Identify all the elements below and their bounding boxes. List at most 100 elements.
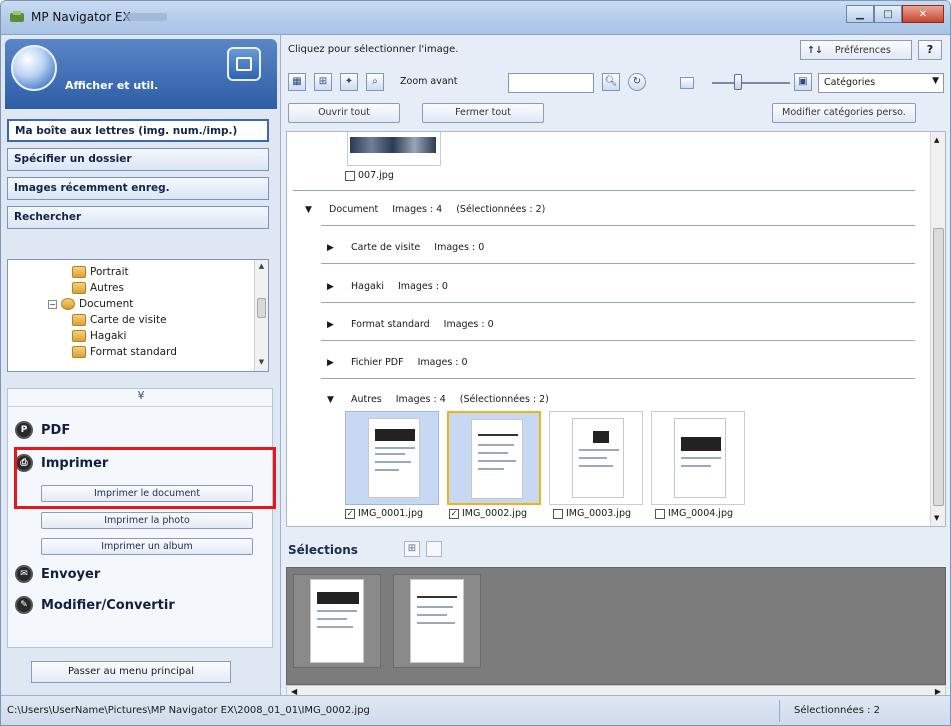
mode-title: Afficher et util. [65,79,159,92]
group-format-standard[interactable]: ▶ Format standard Images : 0 [327,319,494,330]
image-filename: IMG_0004.jpg [668,508,734,519]
scroll-thumb[interactable] [933,228,944,506]
zoom-in-icon[interactable]: ⌕ [366,73,384,91]
large-size-icon[interactable]: ▣ [794,73,812,91]
image-checkbox[interactable] [655,508,665,519]
task-send[interactable]: ✉ Envoyer [15,565,100,583]
image-checkbox[interactable] [345,170,355,181]
image-list-scrollbar[interactable]: ▲ ▼ [930,132,945,526]
image-caption[interactable]: IMG_0004.jpg [655,508,733,519]
navigator-orb-icon[interactable] [11,45,57,91]
nav-search[interactable]: Rechercher [7,206,269,229]
image-checkbox[interactable]: ✓ [449,508,459,519]
help-button[interactable]: ? [918,40,942,60]
group-count: Images : 0 [434,242,485,253]
scroll-up-icon[interactable]: ▲ [255,262,268,274]
thumbnail-view-icon[interactable]: ⊞ [314,73,332,91]
slider-knob[interactable] [734,74,742,90]
grid-view-icon[interactable]: ▦ [288,73,306,91]
tree-item[interactable]: Portrait [72,264,129,280]
image-caption[interactable]: ✓ IMG_0002.jpg [449,508,527,519]
collapsed-triangle-icon[interactable]: ▶ [327,320,337,330]
divider [321,302,915,303]
scroll-thumb[interactable] [257,298,266,318]
tree-item[interactable]: Format standard [72,344,177,360]
nav-recent-images[interactable]: Images récemment enreg. [7,177,269,200]
image-checkbox[interactable] [553,508,563,519]
group-selected: (Sélectionnées : 2) [459,394,549,405]
tree-item[interactable]: Hagaki [72,328,126,344]
image-thumbnail[interactable] [447,411,541,505]
edit-categories-button[interactable]: Modifier catégories perso. [772,103,916,123]
collapsed-triangle-icon[interactable]: ▶ [327,358,337,368]
small-size-icon[interactable] [680,77,694,89]
selection-single-icon[interactable] [426,541,442,557]
image-filename: IMG_0001.jpg [358,508,424,519]
image-thumbnail[interactable] [549,411,643,505]
group-document[interactable]: ▼ Document Images : 4 (Sélectionnées : 2… [305,204,545,215]
group-fichier-pdf[interactable]: ▶ Fichier PDF Images : 0 [327,357,468,368]
thumbnail-size-slider[interactable] [712,82,790,84]
expanded-triangle-icon[interactable]: ▼ [305,205,315,215]
image-thumbnail[interactable] [651,411,745,505]
preferences-label: Préférences [834,44,891,56]
collapsed-triangle-icon[interactable]: ▶ [327,282,337,292]
selected-thumbnail[interactable] [293,574,381,668]
toolbar: ▦ ⊞ ✦ ⌕ Zoom avant 🔍︎ ↻ ▣ Catégories ▼ [288,71,944,93]
divider [321,340,915,341]
scroll-up-icon[interactable]: ▲ [934,136,939,144]
tree-item[interactable]: Autres [72,280,124,296]
search-input[interactable] [508,73,594,93]
status-bar: C:\Users\UserName\Pictures\MP Navigator … [1,695,950,725]
search-icon[interactable]: 🔍︎ [602,73,620,91]
preferences-button[interactable]: ↑↓ Préférences [800,40,912,60]
expand-chevron-icon[interactable]: ¥ [8,389,274,407]
scroll-down-icon[interactable]: ▼ [255,358,268,370]
zoom-in-label[interactable]: Zoom avant [400,76,457,87]
image-caption[interactable]: ✓ IMG_0001.jpg [345,508,423,519]
task-edit-convert[interactable]: ✎ Modifier/Convertir [15,596,175,614]
collapsed-triangle-icon[interactable]: ▶ [327,243,337,253]
document-preview [674,418,726,498]
print-photo-button[interactable]: Imprimer la photo [41,512,253,529]
selected-thumbnail[interactable] [393,574,481,668]
right-panel: Cliquez pour sélectionner l'image. ↑↓ Pr… [282,35,950,697]
group-name: Autres [351,394,382,405]
image-caption[interactable]: IMG_0003.jpg [553,508,631,519]
nav-specify-folder[interactable]: Spécifier un dossier [7,148,269,171]
refresh-icon[interactable]: ↻ [628,73,646,91]
group-name: Format standard [351,319,430,330]
open-all-button[interactable]: Ouvrir tout [288,103,400,123]
minimize-button[interactable]: ▁ [846,5,874,23]
group-hagaki[interactable]: ▶ Hagaki Images : 0 [327,281,448,292]
document-preview [410,579,464,663]
image-checkbox[interactable]: ✓ [345,508,355,519]
collapse-icon[interactable]: − [48,299,57,309]
main-menu-button[interactable]: Passer au menu principal [31,661,231,683]
close-all-button[interactable]: Fermer tout [422,103,544,123]
selection-grid-icon[interactable]: ⊞ [404,541,420,557]
close-button[interactable]: ✕ [902,5,944,23]
print-album-button[interactable]: Imprimer un album [41,538,253,555]
expanded-triangle-icon[interactable]: ▼ [327,395,337,405]
nav-mailbox[interactable]: Ma boîte aux lettres (img. num./imp.) [7,119,269,142]
group-count: Images : 0 [443,319,494,330]
document-preview [310,579,364,663]
maximize-button[interactable]: □ [874,5,902,23]
tree-item-label: Format standard [90,346,177,358]
tree-item[interactable]: Carte de visite [72,312,167,328]
divider [321,225,915,226]
category-dropdown[interactable]: Catégories ▼ [818,73,944,93]
tree-scrollbar[interactable]: ▲ ▼ [254,260,268,371]
group-autres[interactable]: ▼ Autres Images : 4 (Sélectionnées : 2) [327,394,549,405]
group-carte-visite[interactable]: ▶ Carte de visite Images : 0 [327,242,484,253]
task-pdf[interactable]: P PDF [15,421,70,439]
tree-item[interactable]: − Document [48,296,133,312]
image-thumbnail[interactable] [345,411,439,505]
scroll-down-icon[interactable]: ▼ [934,514,939,522]
image-thumbnail[interactable] [347,132,441,166]
selections-header: Sélections ⊞ [286,535,946,563]
image-caption[interactable]: 007.jpg [345,170,394,181]
tools-icon[interactable]: ✦ [340,73,358,91]
dropdown-arrow-icon: ▼ [932,76,939,86]
